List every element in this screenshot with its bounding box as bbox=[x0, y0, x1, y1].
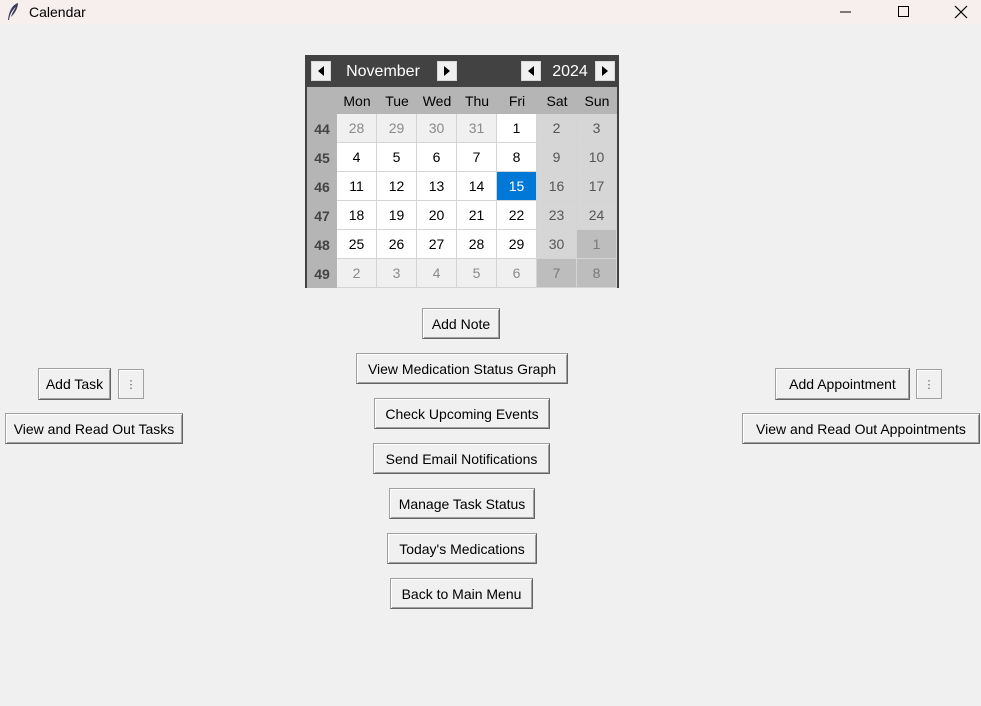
day-cell[interactable]: 4 bbox=[417, 259, 457, 288]
week-number: 47 bbox=[307, 201, 337, 230]
calendar-header: November 2024 bbox=[307, 57, 617, 87]
day-cell[interactable]: 24 bbox=[577, 201, 617, 230]
window-title: Calendar bbox=[29, 4, 86, 20]
medication-graph-button[interactable]: View Medication Status Graph bbox=[356, 353, 568, 384]
close-button[interactable] bbox=[938, 0, 981, 24]
day-cell[interactable]: 17 bbox=[577, 172, 617, 201]
day-cell[interactable]: 23 bbox=[537, 201, 577, 230]
maximize-icon bbox=[898, 6, 910, 18]
calendar-grid: Mon Tue Wed Thu Fri Sat Sun 44 28 29 30 31 1 2 3 45 4 5 6 7… bbox=[307, 87, 617, 288]
vertical-ellipsis-icon: ⋮ bbox=[125, 378, 137, 391]
prev-year-button[interactable] bbox=[521, 61, 541, 81]
feather-icon bbox=[6, 2, 20, 22]
day-cell[interactable]: 5 bbox=[457, 259, 497, 288]
day-cell[interactable]: 30 bbox=[537, 230, 577, 259]
close-icon bbox=[954, 5, 968, 19]
day-cell[interactable]: 19 bbox=[377, 201, 417, 230]
task-status-button[interactable]: Manage Task Status bbox=[389, 488, 535, 519]
day-cell[interactable]: 2 bbox=[337, 259, 377, 288]
appointment-menu-button[interactable]: ⋮ bbox=[916, 369, 942, 399]
add-appointment-button[interactable]: Add Appointment bbox=[775, 368, 910, 400]
day-cell[interactable]: 28 bbox=[337, 114, 377, 143]
vertical-ellipsis-icon: ⋮ bbox=[923, 378, 935, 391]
add-note-button[interactable]: Add Note bbox=[422, 308, 500, 339]
day-cell[interactable]: 20 bbox=[417, 201, 457, 230]
todays-medications-button[interactable]: Today's Medications bbox=[387, 533, 537, 564]
title-bar: Calendar bbox=[0, 0, 981, 24]
day-name-header: Thu bbox=[457, 87, 497, 114]
week-number: 46 bbox=[307, 172, 337, 201]
day-cell[interactable]: 2 bbox=[537, 114, 577, 143]
day-name-header: Wed bbox=[417, 87, 457, 114]
day-cell[interactable]: 29 bbox=[497, 230, 537, 259]
day-cell[interactable]: 28 bbox=[457, 230, 497, 259]
day-cell[interactable]: 26 bbox=[377, 230, 417, 259]
week-number: 48 bbox=[307, 230, 337, 259]
month-label: November bbox=[346, 63, 420, 80]
day-cell[interactable]: 11 bbox=[337, 172, 377, 201]
selected-day-cell[interactable]: 15 bbox=[497, 172, 537, 201]
minimize-button[interactable] bbox=[823, 0, 869, 24]
day-cell[interactable]: 6 bbox=[497, 259, 537, 288]
day-cell[interactable]: 8 bbox=[577, 259, 617, 288]
next-year-button[interactable] bbox=[595, 61, 615, 81]
minimize-icon bbox=[840, 6, 852, 18]
day-cell[interactable]: 7 bbox=[537, 259, 577, 288]
triangle-left-icon bbox=[317, 63, 325, 79]
day-cell[interactable]: 31 bbox=[457, 114, 497, 143]
day-cell[interactable]: 5 bbox=[377, 143, 417, 172]
day-cell[interactable]: 4 bbox=[337, 143, 377, 172]
day-name-header: Sun bbox=[577, 87, 617, 114]
day-cell[interactable]: 8 bbox=[497, 143, 537, 172]
day-cell[interactable]: 22 bbox=[497, 201, 537, 230]
email-notifications-button[interactable]: Send Email Notifications bbox=[373, 443, 550, 474]
day-cell[interactable]: 25 bbox=[337, 230, 377, 259]
maximize-button[interactable] bbox=[881, 0, 927, 24]
day-cell[interactable]: 27 bbox=[417, 230, 457, 259]
day-cell[interactable]: 21 bbox=[457, 201, 497, 230]
week-number: 44 bbox=[307, 114, 337, 143]
day-cell[interactable]: 3 bbox=[377, 259, 417, 288]
day-cell[interactable]: 1 bbox=[577, 230, 617, 259]
day-cell[interactable]: 12 bbox=[377, 172, 417, 201]
calendar-widget: November 2024 Mon Tue Wed Thu Fri Sat Sun 44 28 2… bbox=[305, 55, 619, 288]
next-month-button[interactable] bbox=[437, 61, 457, 81]
back-main-menu-button[interactable]: Back to Main Menu bbox=[390, 578, 533, 609]
upcoming-events-button[interactable]: Check Upcoming Events bbox=[374, 398, 550, 429]
view-tasks-button[interactable]: View and Read Out Tasks bbox=[5, 413, 183, 444]
day-name-header: Fri bbox=[497, 87, 537, 114]
triangle-left-icon bbox=[527, 63, 535, 79]
week-number: 49 bbox=[307, 259, 337, 288]
day-cell[interactable]: 16 bbox=[537, 172, 577, 201]
week-number-header bbox=[307, 87, 337, 114]
day-cell[interactable]: 14 bbox=[457, 172, 497, 201]
day-name-header: Sat bbox=[537, 87, 577, 114]
day-cell[interactable]: 6 bbox=[417, 143, 457, 172]
day-name-header: Mon bbox=[337, 87, 377, 114]
task-menu-button[interactable]: ⋮ bbox=[118, 369, 144, 399]
day-cell[interactable]: 29 bbox=[377, 114, 417, 143]
day-cell[interactable]: 9 bbox=[537, 143, 577, 172]
day-cell[interactable]: 7 bbox=[457, 143, 497, 172]
prev-month-button[interactable] bbox=[311, 61, 331, 81]
day-cell[interactable]: 3 bbox=[577, 114, 617, 143]
day-cell[interactable]: 13 bbox=[417, 172, 457, 201]
day-name-header: Tue bbox=[377, 87, 417, 114]
triangle-right-icon bbox=[601, 63, 609, 79]
year-label: 2024 bbox=[552, 63, 588, 80]
week-number: 45 bbox=[307, 143, 337, 172]
day-cell[interactable]: 18 bbox=[337, 201, 377, 230]
triangle-right-icon bbox=[443, 63, 451, 79]
day-cell[interactable]: 1 bbox=[497, 114, 537, 143]
add-task-button[interactable]: Add Task bbox=[38, 368, 111, 400]
view-appointments-button[interactable]: View and Read Out Appointments bbox=[742, 413, 980, 444]
day-cell[interactable]: 30 bbox=[417, 114, 457, 143]
day-cell[interactable]: 10 bbox=[577, 143, 617, 172]
